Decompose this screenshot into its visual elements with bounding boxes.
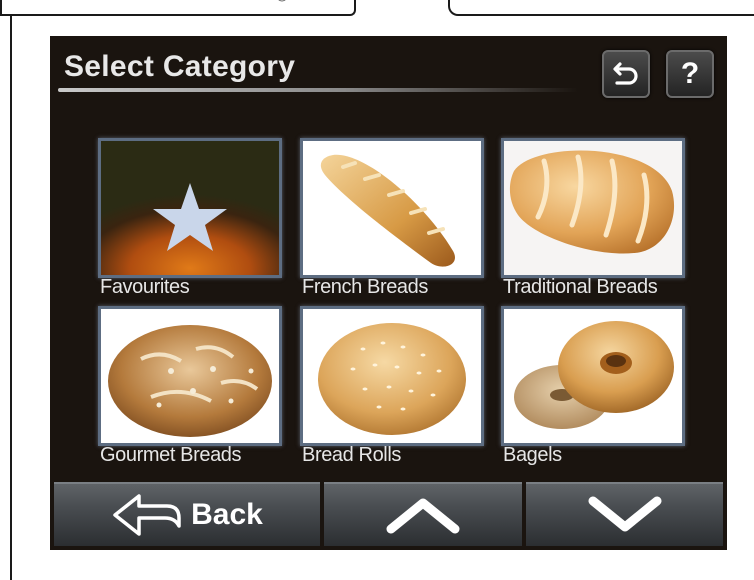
category-tile-bagels[interactable]: Bagels [501,306,685,466]
bread-roll-icon [318,323,466,435]
help-icon: ? [680,57,700,90]
touch-screen: Select Category ? Favourites French Brea… [50,36,727,550]
category-tile-gourmet-breads[interactable]: Gourmet Breads [98,306,282,466]
page-title: Select Category [64,50,296,83]
device-frame-left-edge [10,14,12,580]
return-arrow-icon [613,62,638,85]
category-label: Traditional Breads [503,276,658,298]
category-tile-favourites[interactable]: Favourites [98,138,282,298]
round-loaf-icon [108,325,272,437]
chevron-up-icon [386,498,460,534]
category-tile-bread-rolls[interactable]: Bread Rolls [300,306,484,466]
bagels-image [501,306,685,446]
bagel-icon [514,321,674,429]
frame-ornament [32,0,152,4]
title-underline [58,88,578,92]
return-button[interactable] [602,50,650,98]
category-tile-french-breads[interactable]: French Breads [300,138,484,298]
back-arrow-icon [113,494,181,536]
device-frame-top-right [448,0,754,16]
traditional-breads-image [501,138,685,278]
scroll-up-button[interactable] [324,482,522,546]
category-label: Favourites [100,276,190,298]
help-button[interactable]: ? [666,50,714,98]
french-breads-image [300,138,484,278]
star-icon [153,183,227,251]
bottom-nav-bar: Back [50,482,727,550]
category-label: Bagels [503,444,562,466]
category-label: Bread Rolls [302,444,401,466]
chevron-down-icon [588,496,661,532]
header: Select Category ? [50,36,727,98]
back-button[interactable]: Back [54,482,320,546]
bread-rolls-image [300,306,484,446]
frame-ornament [278,0,286,2]
category-label: Gourmet Breads [100,444,242,466]
device-frame-top-left [0,0,356,16]
loaf-icon [509,150,675,254]
favourites-image [98,138,282,278]
category-label: French Breads [302,276,428,298]
back-label: Back [191,498,263,531]
category-tile-traditional-breads[interactable]: Traditional Breads [501,138,685,298]
scroll-down-button[interactable] [526,482,723,546]
baguette-icon [320,154,455,267]
gourmet-breads-image [98,306,282,446]
